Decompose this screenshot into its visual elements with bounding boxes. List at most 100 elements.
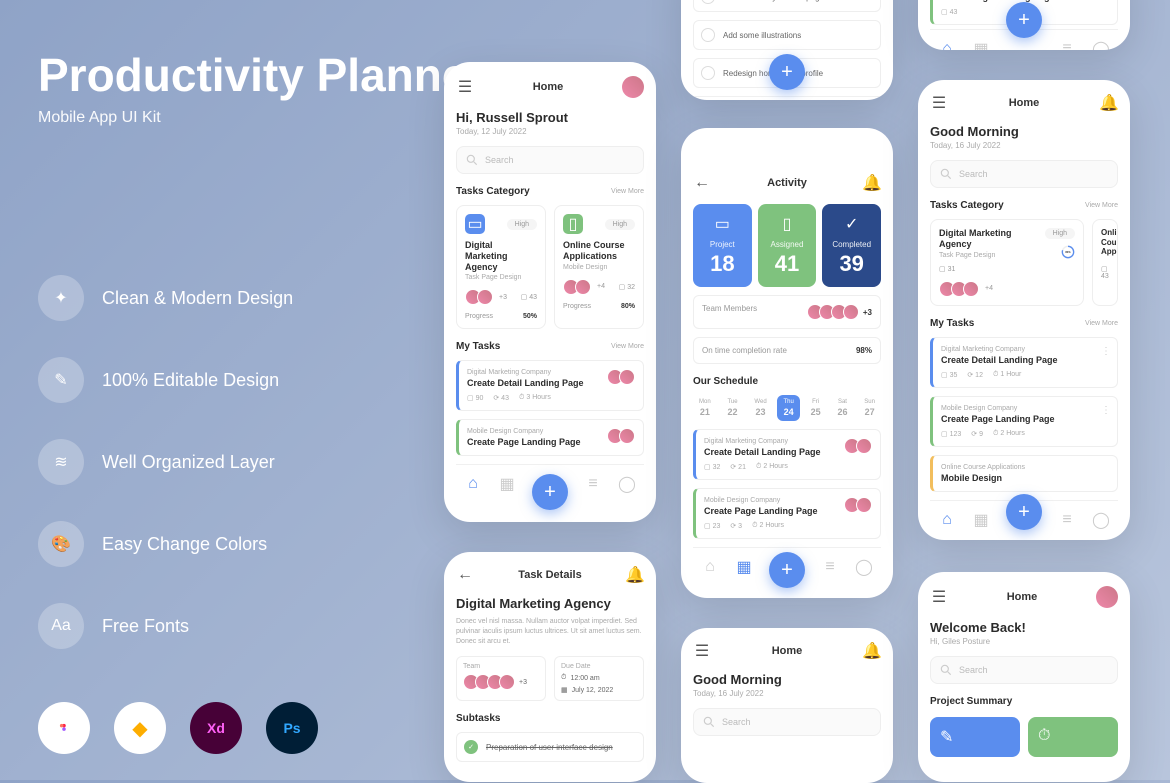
- comment-count: 43: [950, 9, 958, 16]
- search-icon: [465, 153, 479, 167]
- checkbox[interactable]: [701, 0, 715, 4]
- summary-card[interactable]: ⏱: [1028, 717, 1118, 757]
- label: Team: [463, 663, 539, 670]
- fab-add[interactable]: +: [532, 474, 568, 510]
- hero: Productivity Planner Mobile App UI Kit: [38, 50, 485, 127]
- progress-value: 80%: [621, 303, 635, 310]
- category-card-peek[interactable]: Online Course Application ▢ 43: [1092, 219, 1118, 306]
- fab-add[interactable]: +: [1006, 2, 1042, 38]
- doc-icon: ▯: [764, 214, 811, 234]
- subtask-item[interactable]: ✓Preparation of user interface design: [456, 732, 644, 762]
- hero-title: Productivity Planner: [38, 50, 485, 101]
- task-item[interactable]: Mobile Design Company Create Page Landin…: [456, 419, 644, 456]
- checkbox[interactable]: [701, 66, 715, 80]
- list-icon[interactable]: ≡: [1058, 40, 1076, 50]
- greeting: Hi, Russell Sprout: [456, 110, 644, 125]
- fab-add[interactable]: +: [1006, 494, 1042, 530]
- more-icon[interactable]: ⋮: [1101, 346, 1111, 357]
- home-screen-4: ☰ Home Welcome Back! Hi, Giles Posture S…: [918, 572, 1130, 782]
- search-input[interactable]: Search: [456, 146, 644, 174]
- xd-icon: Xd: [190, 702, 242, 754]
- list-icon[interactable]: ≡: [584, 475, 602, 493]
- stat-project[interactable]: ▭Project18: [693, 204, 752, 287]
- list-icon[interactable]: ≡: [1058, 511, 1076, 529]
- progress-value: 50%: [523, 313, 537, 320]
- folder-icon: ▭: [465, 214, 485, 234]
- progress-ring: 80%: [1061, 245, 1075, 259]
- task-details-screen: ← Task Details 🔔 Digital Marketing Agenc…: [444, 552, 656, 782]
- summary-card[interactable]: ✎: [930, 717, 1020, 757]
- category-card[interactable]: Digital Marketing Agency Task Page Desig…: [930, 219, 1084, 306]
- task-item[interactable]: Digital Marketing Company Create Detail …: [693, 429, 881, 480]
- home-icon[interactable]: ⌂: [938, 511, 956, 529]
- back-icon[interactable]: ←: [693, 174, 711, 192]
- task-item[interactable]: Mobile Design Company Create Page Landin…: [930, 396, 1118, 447]
- calendar-icon[interactable]: ▦: [735, 558, 753, 576]
- more-icon[interactable]: ⋮: [1101, 405, 1111, 416]
- fab-add[interactable]: +: [769, 552, 805, 588]
- calendar-icon[interactable]: ▦: [498, 475, 516, 493]
- calendar-icon[interactable]: ▦: [972, 511, 990, 529]
- task-item[interactable]: Digital Marketing Company Create Detail …: [930, 337, 1118, 388]
- bell-icon[interactable]: 🔔: [1100, 94, 1118, 112]
- subtask-item[interactable]: Add some illustrations: [693, 20, 881, 50]
- bell-icon[interactable]: 🔔: [626, 566, 644, 584]
- cal-day[interactable]: Sat26: [831, 395, 853, 421]
- category-card[interactable]: ▭High Digital Marketing Agency Task Page…: [456, 205, 546, 329]
- home-icon[interactable]: ⌂: [938, 40, 956, 50]
- profile-icon[interactable]: ◯: [1092, 40, 1110, 50]
- avatar[interactable]: [622, 76, 644, 98]
- cal-day[interactable]: Wed23: [748, 395, 772, 421]
- page-title: Home: [711, 645, 863, 657]
- category-card[interactable]: ▯High Online Course Applications Mobile …: [554, 205, 644, 329]
- cal-day[interactable]: Sun27: [858, 395, 881, 421]
- bell-icon[interactable]: 🔔: [863, 642, 881, 660]
- view-more-link[interactable]: View More: [611, 343, 644, 350]
- time-label: 2 Hours: [759, 522, 784, 529]
- profile-icon[interactable]: ◯: [618, 475, 636, 493]
- cal-day[interactable]: Fri25: [805, 395, 827, 421]
- checkbox[interactable]: [701, 28, 715, 42]
- profile-icon[interactable]: ◯: [1092, 511, 1110, 529]
- avatar[interactable]: [1096, 586, 1118, 608]
- greeting: Good Morning: [930, 124, 1118, 139]
- comment-count: 32: [713, 464, 721, 471]
- task-item[interactable]: Online Course Applications Mobile Design: [930, 455, 1118, 492]
- menu-icon[interactable]: ☰: [930, 588, 948, 606]
- fab-add[interactable]: +: [769, 54, 805, 90]
- search-input[interactable]: Search: [930, 656, 1118, 684]
- cal-day[interactable]: Mon21: [693, 395, 717, 421]
- avatars: [465, 289, 493, 305]
- task-company: Digital Marketing Company: [941, 346, 1109, 353]
- task-name: Create Page Landing Page: [941, 414, 1109, 424]
- figma-icon: [38, 702, 90, 754]
- task-item[interactable]: Digital Marketing Company Create Detail …: [456, 360, 644, 411]
- menu-icon[interactable]: ☰: [456, 78, 474, 96]
- subtask-item[interactable]: Create new style detail page: [693, 0, 881, 12]
- calendar-icon[interactable]: ▦: [972, 40, 990, 50]
- menu-icon[interactable]: ☰: [693, 642, 711, 660]
- view-more-link[interactable]: View More: [611, 188, 644, 195]
- home-icon[interactable]: ⌂: [701, 558, 719, 576]
- doc-icon: ▭: [699, 214, 746, 234]
- avatars: [844, 497, 872, 513]
- menu-icon[interactable]: ☰: [930, 94, 948, 112]
- priority-badge: High: [507, 219, 537, 230]
- list-icon[interactable]: ≡: [821, 558, 839, 576]
- date-label: Today, 16 July 2022: [930, 141, 1118, 150]
- stat-completed[interactable]: ✓Completed39: [822, 204, 881, 287]
- subtask-text: Preparation of user interface design: [486, 743, 613, 752]
- task-name: Create Detail Landing Page: [941, 355, 1109, 365]
- stat-assigned[interactable]: ▯Assigned41: [758, 204, 817, 287]
- search-input[interactable]: Search: [693, 708, 881, 736]
- home-icon[interactable]: ⌂: [464, 475, 482, 493]
- cal-day-active[interactable]: Thu24: [777, 395, 799, 421]
- profile-icon[interactable]: ◯: [855, 558, 873, 576]
- view-more-link[interactable]: View More: [1085, 202, 1118, 209]
- cal-day[interactable]: Tue22: [721, 395, 743, 421]
- task-item[interactable]: Mobile Design Company Create Page Landin…: [693, 488, 881, 539]
- bell-icon[interactable]: 🔔: [863, 174, 881, 192]
- search-input[interactable]: Search: [930, 160, 1118, 188]
- back-icon[interactable]: ←: [456, 566, 474, 584]
- view-more-link[interactable]: View More: [1085, 320, 1118, 327]
